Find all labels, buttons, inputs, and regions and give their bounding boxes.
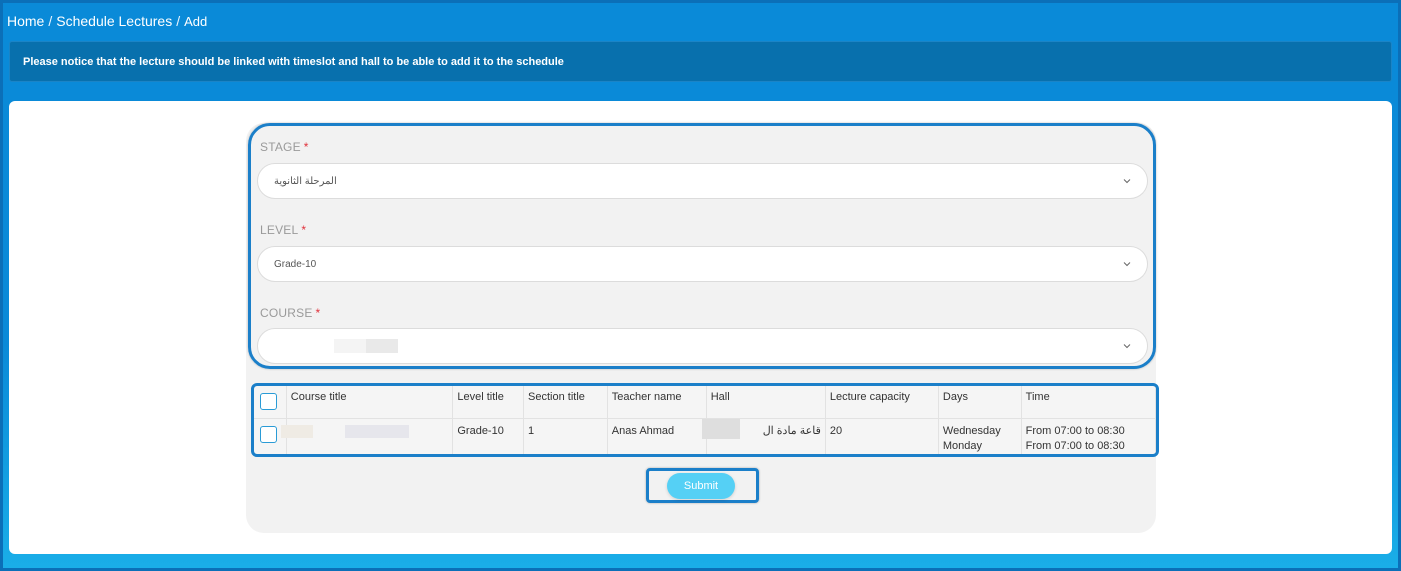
cell-lecture-capacity: 20 — [825, 418, 939, 454]
form-fields-group: STAGE * المرحلة الثانوية LEVEL * Grade-10 … — [248, 123, 1156, 369]
cell-hall: قاعة مادة ال — [701, 418, 826, 454]
table-row[interactable]: Grade-10 1 Anas Ahmad قاعة مادة ال 20 We… — [254, 418, 1156, 454]
redacted-block — [334, 339, 366, 353]
column-header-course-title: Course title — [286, 386, 454, 419]
notice-banner: Please notice that the lecture should be… — [9, 41, 1392, 82]
cell-teacher-name: Anas Ahmad — [607, 418, 707, 454]
cell-course-title — [280, 418, 454, 454]
chevron-down-icon — [1123, 179, 1131, 184]
stage-label-text: STAGE — [260, 140, 301, 154]
required-marker: * — [315, 306, 321, 320]
column-header-lecture-capacity: Lecture capacity — [825, 386, 939, 419]
table-header-row: Course title Level title Section title T… — [254, 386, 1156, 419]
time-item: From 07:00 to 08:30 — [1025, 439, 1125, 452]
column-header-teacher-name: Teacher name — [607, 386, 707, 419]
column-header-hall: Hall — [706, 386, 826, 419]
course-label: COURSE * — [260, 306, 320, 320]
submit-button[interactable]: Submit — [667, 473, 735, 499]
column-header-days: Days — [938, 386, 1022, 419]
day-item: Monday — [942, 439, 983, 452]
notice-text: Please notice that the lecture should be… — [23, 55, 564, 68]
cell-time: From 07:00 to 08:30 From 07:00 to 08:30 — [1021, 418, 1156, 454]
redacted-block — [701, 418, 740, 439]
lectures-table-container: Course title Level title Section title T… — [251, 383, 1159, 457]
select-all-checkbox[interactable] — [260, 393, 277, 410]
column-header-level-title: Level title — [452, 386, 525, 419]
level-select-value: Grade-10 — [274, 258, 317, 270]
row-checkbox[interactable] — [260, 425, 277, 443]
chevron-down-icon — [1123, 262, 1131, 267]
course-select[interactable] — [257, 328, 1148, 364]
required-marker: * — [301, 223, 307, 237]
redacted-block — [344, 424, 409, 438]
stage-label: STAGE * — [260, 140, 309, 154]
breadcrumb-schedule-lectures[interactable]: Schedule Lectures — [56, 13, 172, 29]
column-header-time: Time — [1021, 386, 1156, 419]
main-card: STAGE * المرحلة الثانوية LEVEL * Grade-10 … — [9, 101, 1392, 554]
cell-level-title: Grade-10 — [452, 418, 525, 454]
time-item: From 07:00 to 08:30 — [1025, 424, 1125, 437]
required-marker: * — [303, 140, 309, 154]
redacted-block — [366, 339, 398, 353]
cell-section-title: 1 — [523, 418, 608, 454]
level-label: LEVEL * — [260, 223, 306, 237]
breadcrumb-separator: / — [48, 13, 53, 29]
level-label-text: LEVEL — [260, 223, 299, 237]
day-item: Wednesday — [942, 424, 1001, 437]
cell-days: Wednesday Monday — [938, 418, 1022, 454]
submit-highlight: Submit — [646, 468, 759, 503]
course-label-text: COURSE — [260, 306, 313, 320]
redacted-block — [280, 424, 313, 438]
stage-select[interactable]: المرحلة الثانوية — [257, 163, 1148, 199]
select-all-cell — [254, 386, 287, 419]
chevron-down-icon — [1123, 344, 1131, 349]
breadcrumb-current: Add — [184, 14, 208, 29]
stage-select-value: المرحلة الثانوية — [274, 175, 337, 187]
form-panel: STAGE * المرحلة الثانوية LEVEL * Grade-10 … — [246, 123, 1159, 533]
breadcrumb: Home / Schedule Lectures / Add — [7, 13, 207, 29]
breadcrumb-home[interactable]: Home — [7, 13, 44, 29]
lectures-table: Course title Level title Section title T… — [254, 386, 1156, 454]
level-select[interactable]: Grade-10 — [257, 246, 1148, 282]
column-header-section-title: Section title — [523, 386, 608, 419]
breadcrumb-separator: / — [176, 13, 181, 29]
